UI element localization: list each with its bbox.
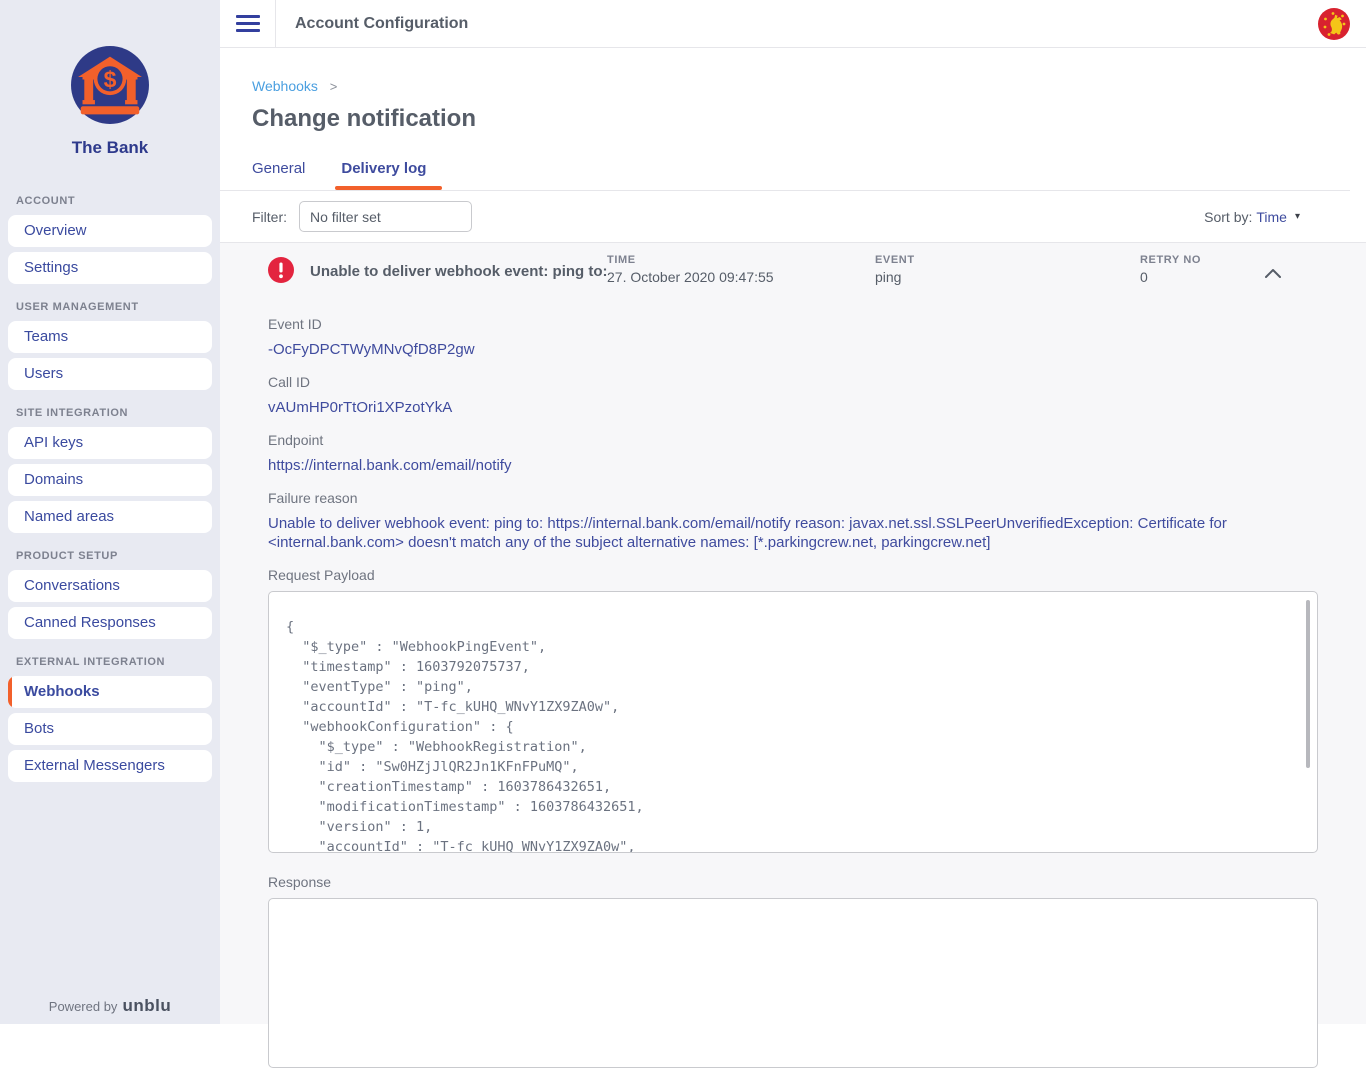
- filter-row: Filter: Sort by: Time ▾: [220, 191, 1366, 242]
- sort-label: Sort by:: [1204, 209, 1252, 225]
- sidebar-item-named-areas[interactable]: Named areas: [8, 501, 212, 533]
- chevron-up-icon[interactable]: [1264, 266, 1282, 284]
- log-entry-title: Unable to deliver webhook event: ping to…: [310, 254, 607, 280]
- sidebar-item-label: Bots: [24, 720, 54, 737]
- sidebar-item-label: Conversations: [24, 577, 120, 594]
- section-title-site-integration: SITE INTEGRATION: [16, 407, 204, 419]
- sidebar: $ The Bank ACCOUNT Overview Settings USE…: [0, 0, 220, 1024]
- request-payload-box[interactable]: { "$_type" : "WebhookPingEvent", "timest…: [268, 591, 1318, 853]
- sidebar-item-settings[interactable]: Settings: [8, 252, 212, 284]
- powered-by: Powered by unblu: [0, 996, 220, 1024]
- sidebar-item-api-keys[interactable]: API keys: [8, 427, 212, 459]
- log-entry-retry: RETRY NO 0: [1140, 254, 1264, 285]
- sidebar-item-label: Canned Responses: [24, 614, 156, 631]
- sort-value: Time: [1256, 209, 1287, 225]
- log-entry-summary[interactable]: Unable to deliver webhook event: ping to…: [268, 254, 1318, 285]
- delivery-log-panel: Unable to deliver webhook event: ping to…: [220, 242, 1366, 1024]
- breadcrumb: Webhooks >: [252, 78, 1350, 94]
- section-title-user-management: USER MANAGEMENT: [16, 301, 204, 313]
- filter-label: Filter:: [252, 209, 287, 225]
- breadcrumb-chevron-icon: >: [330, 79, 338, 94]
- topbar-divider: [275, 0, 276, 48]
- page-title: Change notification: [252, 105, 1350, 133]
- field-event-id: Event ID -OcFyDPCTWyMNvQfD8P2gw: [268, 316, 1318, 359]
- section-title-external-integration: EXTERNAL INTEGRATION: [16, 656, 204, 668]
- page-head: Webhooks > Change notification: [220, 48, 1366, 133]
- sidebar-item-label: Named areas: [24, 508, 114, 525]
- event-value: ping: [875, 269, 1140, 285]
- retry-label: RETRY NO: [1140, 254, 1264, 266]
- failure-reason-value: Unable to deliver webhook event: ping to…: [268, 514, 1318, 552]
- sidebar-nav: ACCOUNT Overview Settings USER MANAGEMEN…: [0, 178, 220, 787]
- endpoint-label: Endpoint: [268, 432, 1318, 448]
- brand-name: The Bank: [0, 138, 220, 158]
- sidebar-item-external-messengers[interactable]: External Messengers: [8, 750, 212, 782]
- field-endpoint: Endpoint https://internal.bank.com/email…: [268, 432, 1318, 475]
- topbar-title: Account Configuration: [295, 15, 468, 33]
- sidebar-item-label: Settings: [24, 259, 78, 276]
- event-id-value: -OcFyDPCTWyMNvQfD8P2gw: [268, 340, 1318, 359]
- sort-caret-icon: ▾: [1295, 211, 1300, 222]
- breadcrumb-webhooks-link[interactable]: Webhooks: [252, 78, 318, 94]
- sidebar-item-conversations[interactable]: Conversations: [8, 570, 212, 602]
- response-box: [268, 898, 1318, 1068]
- log-entry-time: TIME 27. October 2020 09:47:55: [607, 254, 875, 285]
- request-payload-label: Request Payload: [268, 567, 1318, 583]
- sidebar-item-label: Overview: [24, 222, 87, 239]
- response-label: Response: [268, 874, 1318, 890]
- request-payload-json: { "$_type" : "WebhookPingEvent", "timest…: [269, 592, 1317, 853]
- sidebar-item-label: Domains: [24, 471, 83, 488]
- sidebar-item-label: Teams: [24, 328, 68, 345]
- section-title-product-setup: PRODUCT SETUP: [16, 550, 204, 562]
- event-id-label: Event ID: [268, 316, 1318, 332]
- log-entry-event: EVENT ping: [875, 254, 1140, 285]
- sort-control[interactable]: Sort by: Time ▾: [1204, 209, 1300, 225]
- field-request-payload: Request Payload { "$_type" : "WebhookPin…: [268, 567, 1318, 853]
- tab-general[interactable]: General: [252, 160, 305, 190]
- bank-logo-icon: $: [71, 46, 149, 124]
- unblu-logo: unblu: [122, 996, 171, 1016]
- powered-by-text: Powered by: [49, 999, 118, 1014]
- app-root: $ The Bank ACCOUNT Overview Settings USE…: [0, 0, 1366, 1024]
- sidebar-item-webhooks[interactable]: Webhooks: [8, 676, 212, 708]
- field-response: Response: [268, 874, 1318, 1068]
- sidebar-item-label: Webhooks: [24, 683, 100, 700]
- call-id-label: Call ID: [268, 374, 1318, 390]
- main-area: Account Configuration Webhooks >: [220, 0, 1366, 1024]
- time-value: 27. October 2020 09:47:55: [607, 269, 875, 285]
- content: Webhooks > Change notification General D…: [220, 48, 1366, 1024]
- sidebar-item-label: External Messengers: [24, 757, 165, 774]
- sidebar-item-domains[interactable]: Domains: [8, 464, 212, 496]
- section-title-account: ACCOUNT: [16, 195, 204, 207]
- endpoint-value: https://internal.bank.com/email/notify: [268, 456, 1318, 475]
- failure-reason-label: Failure reason: [268, 490, 1318, 506]
- log-entry-details: Event ID -OcFyDPCTWyMNvQfD8P2gw Call ID …: [268, 316, 1318, 1068]
- topbar: Account Configuration: [220, 0, 1366, 48]
- time-label: TIME: [607, 254, 875, 266]
- field-call-id: Call ID vAUmHP0rTtOri1XPzotYkA: [268, 374, 1318, 417]
- sidebar-item-canned-responses[interactable]: Canned Responses: [8, 607, 212, 639]
- sidebar-item-label: Users: [24, 365, 63, 382]
- user-avatar[interactable]: [1317, 7, 1351, 41]
- payload-scrollbar[interactable]: [1306, 600, 1310, 768]
- error-icon: [268, 257, 294, 283]
- event-label: EVENT: [875, 254, 1140, 266]
- sidebar-item-users[interactable]: Users: [8, 358, 212, 390]
- sidebar-item-overview[interactable]: Overview: [8, 215, 212, 247]
- sidebar-item-bots[interactable]: Bots: [8, 713, 212, 745]
- hamburger-menu-icon[interactable]: [236, 11, 260, 36]
- call-id-value: vAUmHP0rTtOri1XPzotYkA: [268, 398, 1318, 417]
- field-failure-reason: Failure reason Unable to deliver webhook…: [268, 490, 1318, 552]
- sidebar-item-teams[interactable]: Teams: [8, 321, 212, 353]
- tabs: General Delivery log: [220, 160, 1350, 191]
- svg-text:$: $: [104, 66, 117, 92]
- sidebar-item-label: API keys: [24, 434, 83, 451]
- tab-delivery-log[interactable]: Delivery log: [341, 160, 426, 190]
- filter-input[interactable]: [299, 201, 472, 232]
- retry-value: 0: [1140, 269, 1264, 285]
